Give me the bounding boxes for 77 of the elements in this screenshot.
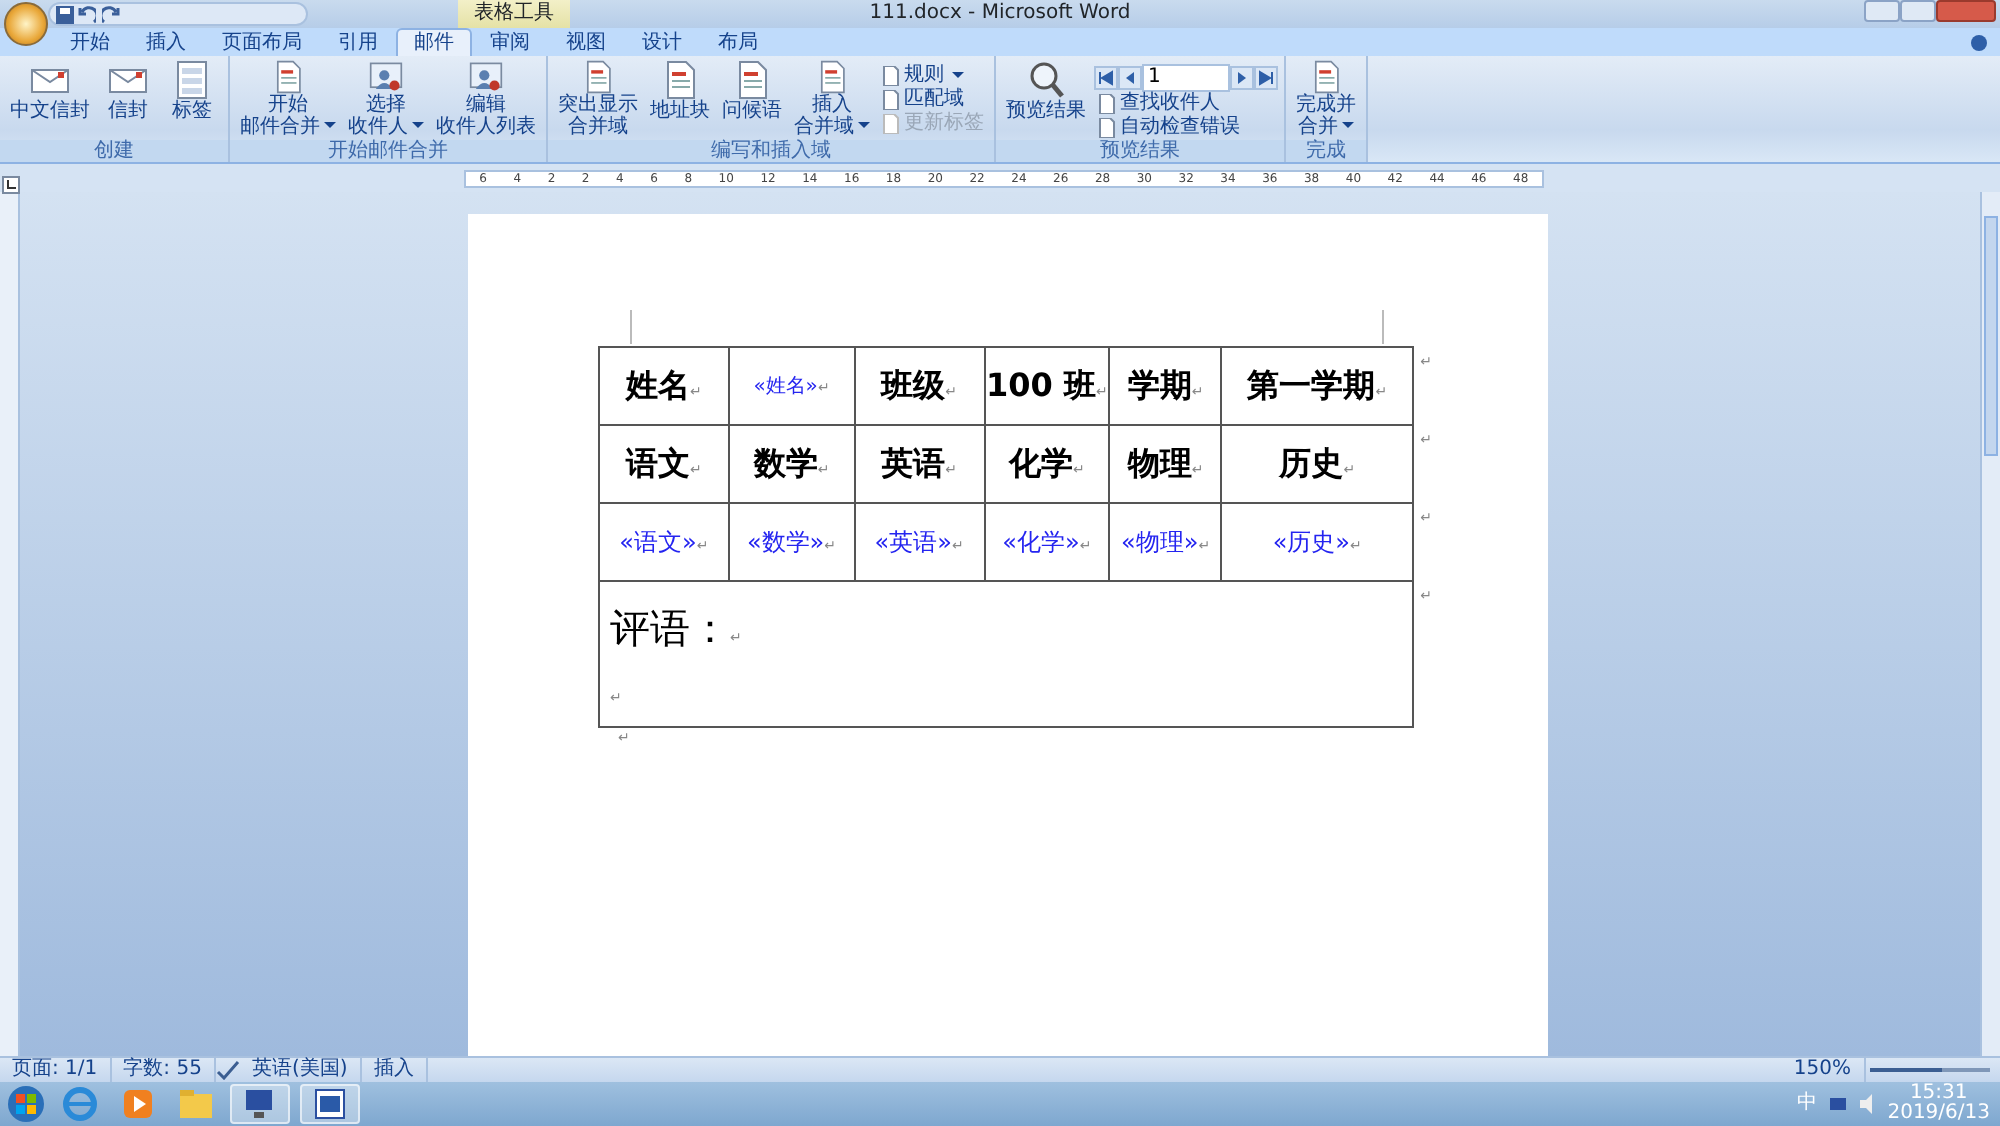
save-icon[interactable]	[55, 5, 73, 23]
volume-icon[interactable]	[1857, 1094, 1878, 1114]
group-label: 预览结果	[996, 140, 1284, 162]
close-button[interactable]	[1935, 0, 1995, 22]
margin-mark	[630, 310, 632, 344]
vertical-scrollbar[interactable]	[1980, 192, 2000, 1056]
table-cell-text: «英语»	[874, 528, 952, 556]
people-icon	[366, 60, 406, 94]
ribbon-button[interactable]: 中文信封	[6, 58, 94, 138]
table-cell-text: 物理	[1127, 444, 1192, 482]
table-cell-text: 历史	[1279, 444, 1344, 482]
table-cell-text: «语文»	[619, 528, 697, 556]
previous-record-icon[interactable]	[1118, 65, 1142, 89]
table-cell-text: «化学»	[1002, 528, 1080, 556]
table-cell-text: 语文	[625, 444, 690, 482]
table-cell-text: 100 班	[986, 366, 1096, 404]
magnifier-icon	[1026, 60, 1066, 100]
ribbon-button[interactable]: 预览结果	[1002, 58, 1090, 138]
scroll-thumb[interactable]	[1984, 216, 1998, 456]
table-cell-text: 第一学期	[1247, 366, 1376, 404]
contextual-tab-header: 表格工具	[458, 0, 570, 28]
table-cell-text: 英语	[881, 444, 946, 482]
ribbon-button[interactable]: 选择 收件人	[344, 58, 428, 138]
table-cell-text: 学期	[1127, 366, 1192, 404]
comment-label: 评语：	[610, 602, 730, 656]
ribbon-tab[interactable]: 审阅	[472, 28, 548, 56]
ribbon-tab[interactable]: 视图	[548, 28, 624, 56]
ribbon-button[interactable]: 匹配域	[878, 87, 988, 111]
ribbon-tab[interactable]: 开始	[52, 28, 128, 56]
people-icon	[466, 60, 506, 94]
window-title: 111.docx - Microsoft Word	[869, 0, 1131, 28]
ribbon-button[interactable]: 查找收件人	[1094, 91, 1278, 115]
undo-icon[interactable]	[78, 5, 96, 23]
ribbon-tab[interactable]: 页面布局	[204, 28, 320, 56]
ribbon-button[interactable]: 问候语	[718, 58, 786, 138]
table-cell-text: «姓名»	[753, 375, 818, 397]
table-cell-text: 班级	[881, 366, 946, 404]
group-label: 创建	[0, 140, 228, 162]
table-cell-text: «物理»	[1121, 528, 1199, 556]
ribbon-button[interactable]: 插入 合并域	[790, 58, 874, 138]
proofing-icon[interactable]	[215, 1060, 240, 1080]
table-cell-text: «历史»	[1272, 528, 1351, 556]
start-button[interactable]	[5, 1084, 45, 1124]
minimize-button[interactable]	[1863, 0, 1899, 22]
last-record-icon[interactable]	[1254, 65, 1278, 89]
ribbon-tab[interactable]: 布局	[700, 28, 776, 56]
ribbon-tab[interactable]: 邮件	[396, 28, 472, 56]
ribbon-button[interactable]: 突出显示 合并域	[554, 58, 642, 138]
ribbon-button[interactable]: 规则	[878, 63, 988, 87]
group-label: 编写和插入域	[548, 140, 994, 162]
ribbon-button[interactable]: 地址块	[646, 58, 714, 138]
group-label: 开始邮件合并	[230, 140, 546, 162]
computer-icon[interactable]	[241, 1086, 277, 1122]
tab-selector-icon[interactable]	[2, 175, 20, 194]
redo-icon[interactable]	[101, 5, 119, 23]
ribbon-button[interactable]: 信封	[98, 58, 158, 138]
ribbon-button[interactable]: 自动检查错误	[1094, 115, 1278, 139]
office-button[interactable]	[4, 2, 48, 46]
label-sheet-icon	[172, 60, 212, 100]
ribbon-tab[interactable]: 设计	[624, 28, 700, 56]
table-cell-text: 化学	[1009, 444, 1073, 482]
ribbon-button[interactable]: 标签	[162, 58, 222, 138]
record-field[interactable]: 1	[1142, 63, 1230, 91]
ribbon-tab[interactable]: 引用	[320, 28, 396, 56]
ribbon-button[interactable]: 编辑 收件人列表	[432, 58, 540, 138]
table-cell-text: «数学»	[746, 528, 825, 556]
media-player-icon[interactable]	[119, 1086, 155, 1122]
next-record-icon[interactable]	[1230, 65, 1254, 89]
ribbon-button[interactable]: 完成并 合并	[1292, 58, 1360, 138]
maximize-button[interactable]	[1899, 0, 1935, 22]
group-label: 完成	[1286, 140, 1366, 162]
ribbon-tab[interactable]: 插入	[128, 28, 204, 56]
first-record-icon[interactable]	[1094, 65, 1118, 89]
margin-mark	[1382, 310, 1384, 344]
ribbon-button[interactable]: 开始 邮件合并	[236, 58, 340, 138]
table-cell-text: 数学	[753, 444, 818, 482]
table-cell-text: 姓名	[625, 366, 690, 404]
